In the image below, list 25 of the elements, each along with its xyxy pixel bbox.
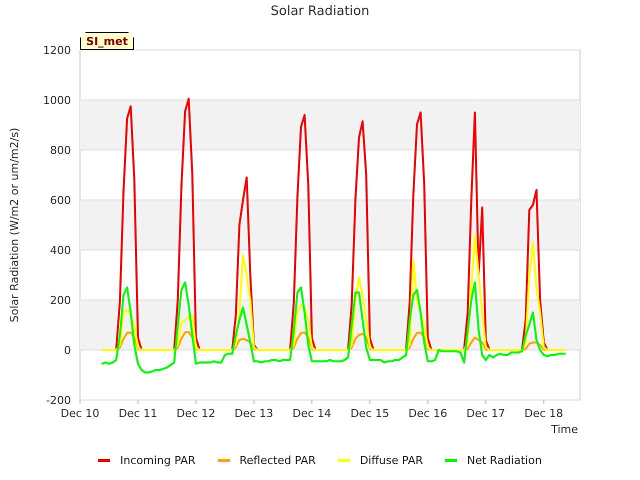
legend-label: Incoming PAR (120, 454, 196, 466)
y-tick-label: 400 (50, 244, 71, 257)
y-tick-label: 600 (50, 194, 71, 207)
x-tick-label: Dec 11 (118, 407, 158, 420)
station-tag: SI_met (80, 32, 134, 50)
y-tick-label: 1200 (43, 44, 71, 57)
x-tick-label: Dec 16 (408, 407, 448, 420)
y-tick-label: -200 (46, 394, 71, 407)
legend-label: Net Radiation (467, 454, 542, 466)
y-tick-label: 800 (50, 144, 71, 157)
y-tick-label: 0 (64, 344, 71, 357)
x-tick-label: Dec 18 (524, 407, 564, 420)
y-axis-label: Solar Radiation (W/m2 or um/m2/s) (8, 128, 21, 322)
chart-title: Solar Radiation (270, 4, 370, 19)
legend-label: Reflected PAR (240, 454, 316, 466)
x-axis-label: Time (551, 423, 578, 436)
x-tick-label: Dec 14 (292, 407, 332, 420)
x-tick-label: Dec 17 (466, 407, 506, 420)
x-tick-label: Dec 13 (234, 407, 274, 420)
x-tick-label: Dec 15 (350, 407, 390, 420)
y-tick-label: 1000 (43, 94, 71, 107)
x-tick-label: Dec 10 (60, 407, 100, 420)
y-tick-label: 200 (50, 294, 71, 307)
legend-label: Diffuse PAR (360, 454, 423, 466)
x-tick-label: Dec 12 (176, 407, 216, 420)
